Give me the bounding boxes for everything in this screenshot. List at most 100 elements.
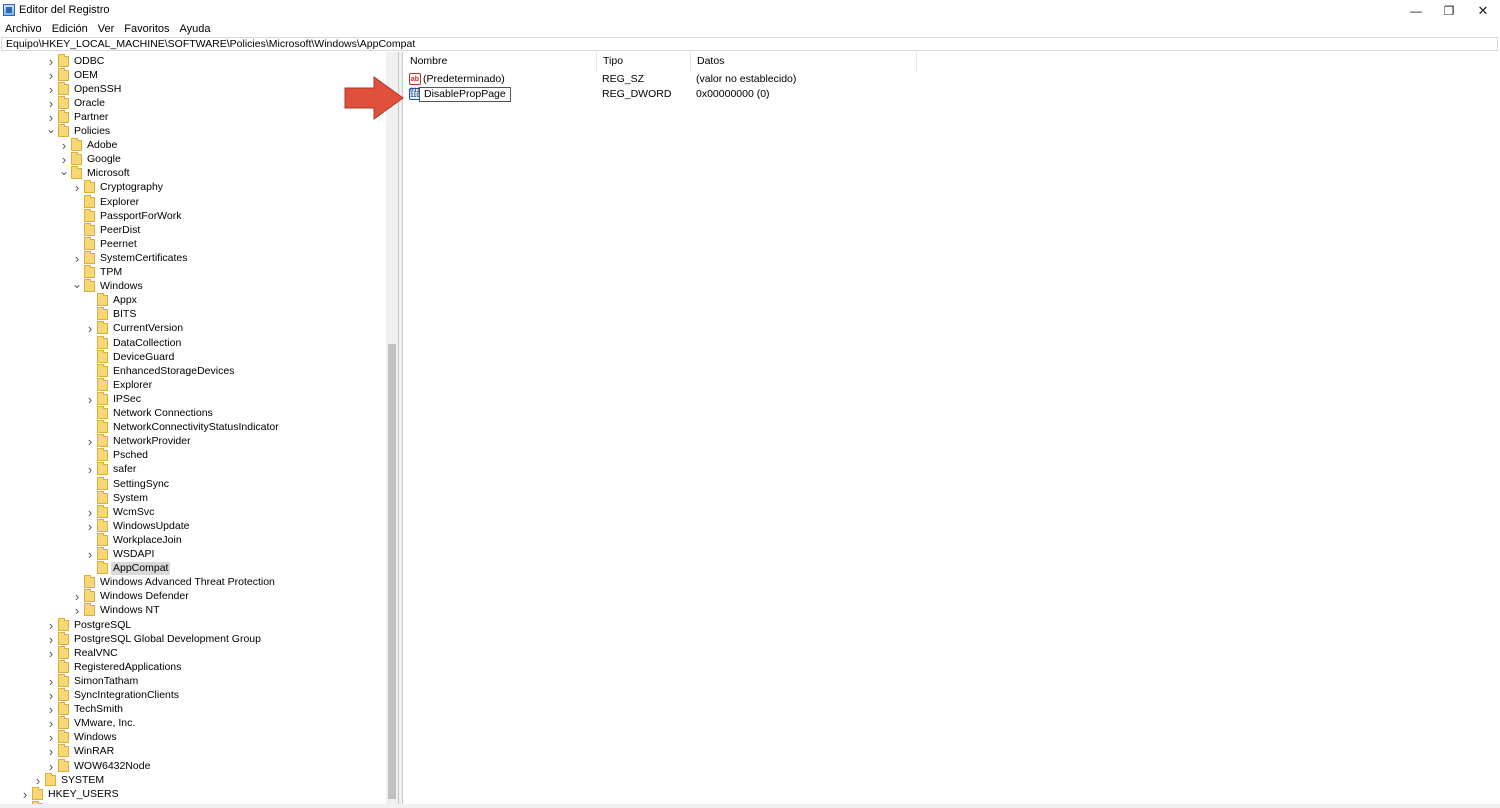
- tree-item[interactable]: AppCompat: [85, 561, 171, 576]
- expand-chevron-icon[interactable]: ›: [72, 603, 82, 618]
- tree-item[interactable]: › Windows Defender: [72, 589, 191, 604]
- tree-item[interactable]: EnhancedStorageDevices: [85, 363, 236, 378]
- tree-item[interactable]: NetworkConnectivityStatusIndicator: [85, 420, 281, 435]
- tree-item[interactable]: ⌄ Policies: [46, 122, 112, 139]
- tree-item[interactable]: SettingSync: [85, 476, 171, 491]
- tree-item[interactable]: › NetworkProvider: [85, 434, 193, 449]
- tree-item[interactable]: › Cryptography: [72, 180, 165, 195]
- tree-item[interactable]: BITS: [85, 307, 138, 322]
- tree-item[interactable]: Explorer: [85, 377, 154, 392]
- tree-item[interactable]: PassportForWork: [72, 208, 184, 223]
- expand-chevron-icon[interactable]: ›: [85, 462, 95, 477]
- expand-chevron-icon[interactable]: ›: [46, 618, 56, 633]
- tree-item[interactable]: › VMware, Inc.: [46, 716, 137, 731]
- tree-item[interactable]: › SimonTatham: [46, 673, 140, 689]
- tree-item[interactable]: › WSDAPI: [85, 547, 156, 562]
- expand-chevron-icon[interactable]: ›: [59, 138, 69, 153]
- tree-item[interactable]: › SYSTEM: [33, 772, 106, 788]
- tree-item[interactable]: › IPSec: [85, 391, 143, 407]
- tree-item[interactable]: › PostgreSQL: [46, 617, 133, 633]
- expand-chevron-icon[interactable]: ›: [72, 589, 82, 604]
- rename-value-field[interactable]: DisablePropPage: [419, 87, 511, 102]
- tree-item[interactable]: › WindowsUpdate: [85, 518, 191, 534]
- tree-item[interactable]: ⌄ Windows: [72, 277, 145, 294]
- expand-chevron-icon[interactable]: ›: [20, 787, 30, 802]
- tree-item[interactable]: › SyncIntegrationClients: [46, 688, 181, 703]
- expand-chevron-icon[interactable]: ›: [33, 773, 43, 788]
- expand-chevron-icon[interactable]: ›: [46, 674, 56, 689]
- expand-chevron-icon[interactable]: ›: [85, 519, 95, 534]
- expand-chevron-icon[interactable]: ›: [46, 646, 56, 661]
- tree-item[interactable]: › RealVNC: [46, 645, 120, 661]
- menu-ver[interactable]: Ver: [93, 21, 120, 37]
- tree-item[interactable]: › WinRAR: [46, 744, 116, 759]
- value-row[interactable]: 011 110 DisablePropPage REG_DWORD 0x0000…: [404, 87, 1498, 102]
- tree-item[interactable]: › SystemCertificates: [72, 250, 190, 266]
- value-row[interactable]: ab (Predeterminado) REG_SZ (valor no est…: [404, 72, 1498, 87]
- tree-item[interactable]: Explorer: [72, 194, 141, 209]
- tree-item[interactable]: › HKEY_USERS: [20, 786, 121, 802]
- expand-chevron-icon[interactable]: ›: [72, 180, 82, 195]
- tree-item[interactable]: › Windows: [46, 730, 119, 745]
- tree-item[interactable]: › CurrentVersion: [85, 321, 185, 336]
- expand-chevron-icon[interactable]: ›: [46, 68, 56, 83]
- expand-chevron-icon[interactable]: ›: [46, 96, 56, 111]
- tree-item[interactable]: System: [85, 490, 150, 505]
- key-tree[interactable]: › ODBC › OEM › OpenSSH › Oracle › Partner ⌄ Policie…: [1, 52, 399, 804]
- tree-item[interactable]: › Windows NT: [72, 603, 162, 618]
- collapse-chevron-icon[interactable]: ⌄: [59, 164, 69, 178]
- address-bar[interactable]: Equipo\HKEY_LOCAL_MACHINE\SOFTWARE\Polic…: [1, 37, 1498, 51]
- menu-ayuda[interactable]: Ayuda: [175, 21, 216, 37]
- menu-edicion[interactable]: Edición: [47, 21, 93, 37]
- tree-item[interactable]: › OEM: [46, 67, 100, 83]
- tree-item[interactable]: RegisteredApplications: [46, 659, 183, 674]
- expand-chevron-icon[interactable]: ›: [46, 716, 56, 731]
- collapse-chevron-icon[interactable]: ⌄: [72, 277, 82, 291]
- menu-favoritos[interactable]: Favoritos: [119, 21, 174, 37]
- expand-chevron-icon[interactable]: ›: [46, 759, 56, 774]
- restore-button[interactable]: ❐: [1432, 0, 1466, 21]
- tree-item[interactable]: › OpenSSH: [46, 81, 123, 97]
- expand-chevron-icon[interactable]: ›: [46, 632, 56, 647]
- column-header-data[interactable]: Datos: [691, 52, 917, 71]
- tree-item[interactable]: › ODBC: [46, 53, 106, 69]
- expand-chevron-icon[interactable]: ›: [46, 730, 56, 745]
- tree-item[interactable]: › Adobe: [59, 138, 119, 153]
- expand-chevron-icon[interactable]: ›: [46, 688, 56, 703]
- minimize-button[interactable]: —: [1399, 0, 1433, 21]
- tree-item[interactable]: › WcmSvc: [85, 504, 156, 520]
- tree-item[interactable]: › safer: [85, 462, 138, 477]
- tree-item[interactable]: Peernet: [72, 236, 139, 251]
- expand-chevron-icon[interactable]: ›: [46, 702, 56, 717]
- values-list[interactable]: Nombre Tipo Datos ab (Predeterminado) RE…: [404, 52, 1498, 804]
- tree-item[interactable]: Network Connections: [85, 406, 215, 421]
- tree-item[interactable]: Psched: [85, 448, 150, 463]
- collapse-chevron-icon[interactable]: ⌄: [46, 122, 56, 136]
- expand-chevron-icon[interactable]: ›: [72, 251, 82, 266]
- expand-chevron-icon[interactable]: ›: [85, 392, 95, 407]
- tree-item[interactable]: Appx: [85, 293, 139, 308]
- expand-chevron-icon[interactable]: ›: [46, 744, 56, 759]
- column-header-type[interactable]: Tipo: [597, 52, 691, 71]
- expand-chevron-icon[interactable]: ›: [85, 505, 95, 520]
- expand-chevron-icon[interactable]: ›: [46, 82, 56, 97]
- expand-chevron-icon[interactable]: ›: [85, 321, 95, 336]
- tree-item[interactable]: › WOW6432Node: [46, 758, 152, 774]
- tree-item[interactable]: › TechSmith: [46, 702, 125, 717]
- tree-item[interactable]: DataCollection: [85, 335, 183, 350]
- expand-chevron-icon[interactable]: ›: [46, 54, 56, 69]
- pane-splitter[interactable]: [399, 52, 403, 804]
- tree-item[interactable]: Windows Advanced Threat Protection: [72, 575, 277, 590]
- tree-item[interactable]: › PostgreSQL Global Development Group: [46, 631, 263, 647]
- tree-item[interactable]: PeerDist: [72, 222, 142, 237]
- tree-item[interactable]: ⌄ Microsoft: [59, 164, 132, 181]
- expand-chevron-icon[interactable]: ›: [85, 547, 95, 562]
- tree-scrollbar[interactable]: [386, 52, 398, 804]
- tree-item[interactable]: WorkplaceJoin: [85, 532, 184, 547]
- close-button[interactable]: ✕: [1466, 0, 1500, 21]
- column-header-name[interactable]: Nombre: [404, 52, 597, 71]
- menu-archivo[interactable]: Archivo: [0, 21, 47, 37]
- tree-item[interactable]: › Oracle: [46, 95, 107, 111]
- expand-chevron-icon[interactable]: ›: [85, 434, 95, 449]
- tree-item[interactable]: DeviceGuard: [85, 349, 176, 364]
